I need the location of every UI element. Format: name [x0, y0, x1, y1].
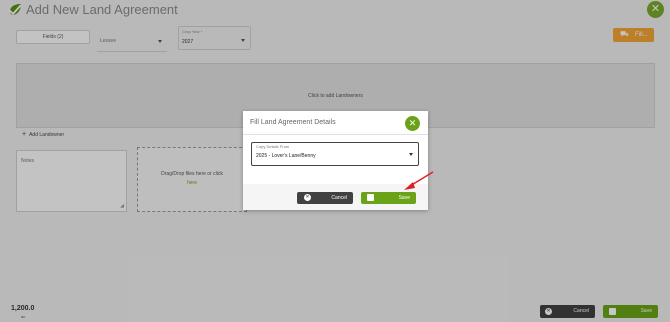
modal-cancel-label: Cancel — [331, 195, 347, 201]
modal-save-label: Save — [398, 195, 410, 201]
modal-close-icon[interactable]: ✕ — [405, 116, 420, 131]
modal-divider — [243, 134, 428, 135]
fill-details-modal: Fill Land Agreement Details ✕ Copy Detai… — [243, 111, 428, 210]
modal-save-button[interactable]: Save — [361, 192, 416, 204]
cancel-circle-icon: ✕ — [304, 194, 311, 201]
copy-details-label: Copy Details From — [256, 144, 290, 149]
chevron-down-icon — [409, 153, 413, 156]
annotation-arrow-icon — [404, 171, 434, 190]
copy-details-value: 2025 - Lover's Lane/Benny — [256, 153, 316, 159]
modal-title: Fill Land Agreement Details — [250, 119, 336, 126]
copy-details-select[interactable]: Copy Details From 2025 - Lover's Lane/Be… — [251, 142, 419, 166]
modal-cancel-button[interactable]: ✕ Cancel — [297, 192, 353, 204]
floppy-disk-icon — [367, 194, 374, 201]
